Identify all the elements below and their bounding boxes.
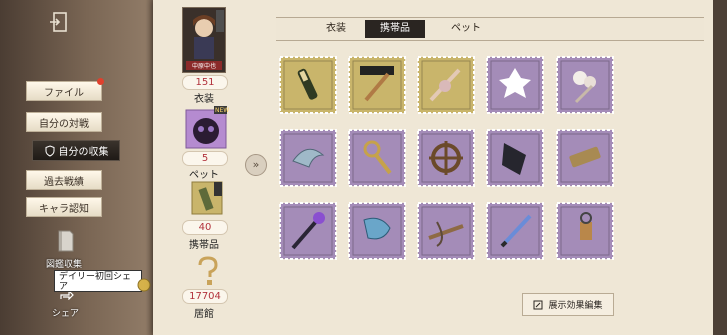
ribbon-wand-icon: [417, 56, 475, 114]
tab-costume[interactable]: 衣装: [306, 20, 366, 38]
exit-door-icon[interactable]: [48, 10, 72, 34]
new-badge: NEW: [215, 107, 230, 114]
tooltip-text: デイリー初回シェア: [59, 272, 132, 292]
shield-icon: [45, 144, 54, 157]
tab-accessories[interactable]: 携帯品: [365, 20, 425, 38]
item-slot[interactable]: [348, 129, 406, 187]
pearl-cluster-wand-icon: [556, 56, 614, 114]
item-slot[interactable]: [348, 202, 406, 260]
sidebar-item-label: 自分の対戦: [39, 118, 89, 130]
item-slot[interactable]: [279, 56, 337, 114]
accessory-label: 携帯品: [189, 240, 219, 251]
item-slot[interactable]: [556, 56, 614, 114]
crystal-staff-icon: [279, 202, 337, 260]
item-slot[interactable]: [348, 56, 406, 114]
sidebar-item-my-matches[interactable]: 自分の対戦: [26, 112, 102, 132]
item-slot[interactable]: [486, 56, 544, 114]
crossbow-icon: [417, 202, 475, 260]
sidebar-item-label: キャラ認知: [39, 203, 89, 215]
sidebar-item-label: 自分の収集: [58, 147, 109, 158]
accessory-count: 40: [182, 220, 228, 235]
book-icon[interactable]: [56, 228, 76, 254]
encyclopedia-label[interactable]: 図鑑収集: [46, 257, 82, 270]
avatar[interactable]: 中原中也: [182, 7, 226, 73]
mermaid-tail-icon: [279, 129, 337, 187]
character-name: 中原中也: [191, 63, 216, 70]
item-slot[interactable]: [486, 202, 544, 260]
edit-display-effect-button[interactable]: 展示効果編集: [522, 293, 614, 316]
lantern-key-icon: [556, 202, 614, 260]
edit-icon: [533, 300, 543, 309]
sidebar-item-label: 過去戦績: [44, 176, 84, 188]
item-slot[interactable]: [417, 202, 475, 260]
pet-count: 5: [182, 151, 228, 166]
panel-edge: [713, 0, 727, 335]
tab-pets[interactable]: ペット: [436, 20, 496, 38]
item-slot[interactable]: [556, 202, 614, 260]
profile-column: 中原中也 151 衣装 NEW 5 ペット 40 携帯品 17704 居館: [160, 4, 236, 335]
question-mark-icon[interactable]: [196, 256, 220, 286]
black-ribbon-sash-icon: [486, 129, 544, 187]
share-label[interactable]: シェア: [52, 306, 79, 319]
costume-label: 衣装: [194, 94, 214, 105]
mansion-count: 17704: [182, 289, 228, 304]
edit-button-label: 展示効果編集: [548, 301, 603, 311]
item-slot[interactable]: [417, 56, 475, 114]
golden-scepter-icon: [348, 129, 406, 187]
ship-wheel-icon: [417, 129, 475, 187]
mansion-label: 居館: [194, 309, 214, 320]
blue-sword-icon: [486, 202, 544, 260]
item-slot[interactable]: [279, 202, 337, 260]
item-slot[interactable]: [279, 129, 337, 187]
pet-label: ペット: [189, 170, 219, 181]
sidebar: ファイル 自分の対戦 自分の収集 過去戦績 キャラ認知 図鑑収集 シェア デイリ…: [0, 0, 168, 335]
sidebar-item-label: ファイル: [44, 87, 84, 99]
item-slot[interactable]: [556, 129, 614, 187]
ornate-axe-icon: [348, 202, 406, 260]
coin-icon: [137, 278, 151, 292]
champagne-bottle-icon: [279, 56, 337, 114]
costume-count: 151: [182, 75, 228, 90]
notification-dot: [97, 78, 104, 85]
sidebar-item-past-records[interactable]: 過去戦績: [26, 170, 102, 190]
sidebar-item-character-recognition[interactable]: キャラ認知: [26, 197, 102, 217]
expand-arrow-button[interactable]: »: [245, 154, 267, 176]
item-slot[interactable]: [417, 129, 475, 187]
feather-quill-case-icon: [556, 129, 614, 187]
bungo-stray-dogs-wand-icon: [348, 56, 406, 114]
daily-share-tooltip: デイリー初回シェア: [54, 270, 142, 292]
accessory-icon[interactable]: [190, 180, 224, 216]
item-slot[interactable]: [486, 129, 544, 187]
sidebar-item-file[interactable]: ファイル: [26, 78, 104, 101]
category-tabs: 衣装 携帯品 ペット: [276, 17, 704, 41]
sidebar-item-my-collection[interactable]: 自分の収集: [32, 140, 120, 161]
white-flower-wand-icon: [486, 56, 544, 114]
